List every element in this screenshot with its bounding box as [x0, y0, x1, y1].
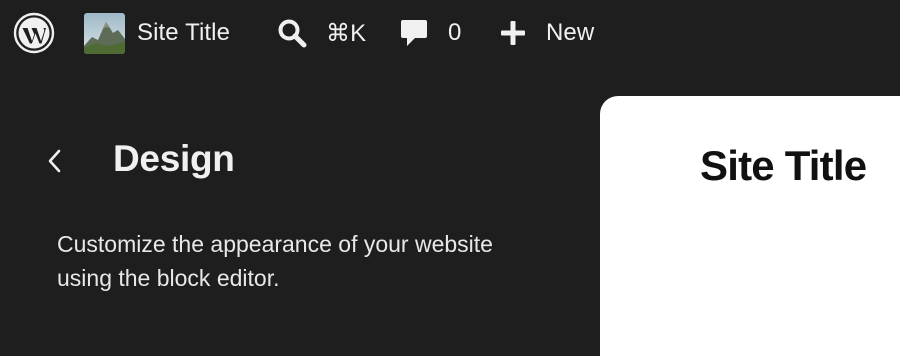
plus-icon [501, 21, 525, 45]
wordpress-menu[interactable] [13, 0, 55, 66]
design-sidebar: Design Customize the appearance of your … [0, 66, 600, 320]
site-preview-canvas[interactable]: Site Title [600, 96, 900, 356]
comments-link[interactable]: 0 [400, 0, 461, 66]
chevron-left-icon [48, 149, 61, 173]
site-thumbnail [84, 12, 125, 54]
preview-site-title: Site Title [700, 142, 867, 189]
new-content-button[interactable]: New [500, 0, 594, 66]
search-shortcut-label: ⌘K [326, 19, 367, 47]
search-icon [278, 19, 307, 48]
back-button[interactable] [40, 146, 70, 176]
page-title: Design [113, 138, 235, 179]
command-palette-button[interactable]: ⌘K [276, 0, 366, 66]
new-label: New [546, 19, 595, 46]
page-description: Customize the appearance of your website… [57, 231, 493, 291]
comment-bubble-icon [401, 20, 427, 46]
comments-count: 0 [448, 19, 462, 46]
admin-bar: Site Title ⌘K 0 New [0, 0, 900, 66]
wordpress-logo-icon [13, 12, 55, 54]
site-name-link[interactable]: Site Title [84, 0, 230, 66]
site-title-label: Site Title [137, 19, 231, 46]
